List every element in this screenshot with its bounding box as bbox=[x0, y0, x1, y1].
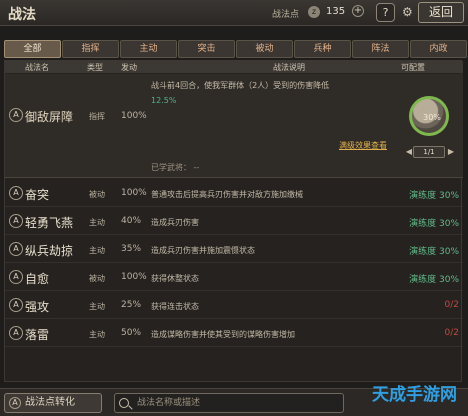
mastery-status: 演练度 30% bbox=[409, 247, 459, 257]
tab-all[interactable]: 全部 bbox=[4, 40, 61, 58]
tab-troop[interactable]: 兵种 bbox=[294, 40, 351, 58]
tactic-type: 主动 bbox=[89, 246, 105, 255]
category-tabs: 全部 指挥 主动 突击 被动 兵种 阵法 内政 bbox=[4, 40, 467, 58]
selected-tactic-row[interactable]: A 御敌屏障 指挥 100% 战斗前4回合，使我军群体（2人）受到的伤害降低 1… bbox=[5, 74, 463, 178]
tactic-type: 被动 bbox=[89, 274, 105, 283]
tactic-rate: 100% bbox=[121, 188, 147, 198]
tab-command[interactable]: 指挥 bbox=[62, 40, 119, 58]
grade-badge: A bbox=[9, 298, 23, 312]
tactic-description: 造成兵刃伤害 bbox=[151, 218, 199, 227]
tactic-description: 造成谋略伤害并使其受到的谋略伤害增加 bbox=[151, 330, 295, 339]
tactic-type: 主动 bbox=[89, 218, 105, 227]
column-description: 战法说明 bbox=[273, 63, 305, 72]
table-row[interactable]: A 落雷 主动 50% 造成谋略伤害并使其受到的谋略伤害增加 0/2 bbox=[5, 319, 463, 347]
table-row[interactable]: A 奋突 被动 100% 普通攻击后提高兵刃伤害并对敌方施加缴械 演练度 30% bbox=[5, 179, 463, 207]
tactic-rate: 50% bbox=[121, 328, 142, 338]
chevron-left-icon[interactable]: ◀ bbox=[405, 146, 413, 158]
tactic-name: 奋突 bbox=[25, 188, 50, 202]
column-name: 战法名 bbox=[25, 63, 49, 72]
column-rate: 发动 bbox=[121, 63, 137, 72]
tab-passive[interactable]: 被动 bbox=[236, 40, 293, 58]
tactic-points-label: 战法点 bbox=[272, 10, 300, 20]
search-box[interactable] bbox=[114, 393, 344, 413]
grade-badge: A bbox=[9, 214, 23, 228]
tactic-description-value: 12.5% bbox=[151, 96, 177, 105]
tactic-name: 落雷 bbox=[25, 328, 50, 342]
page-title: 战法 bbox=[8, 7, 36, 23]
tactic-type: 指挥 bbox=[89, 112, 105, 121]
settings-icon[interactable]: ⚙ bbox=[402, 3, 416, 22]
mastery-status: 演练度 30% bbox=[409, 191, 459, 201]
tactic-rate: 35% bbox=[121, 244, 142, 254]
convert-icon: A bbox=[9, 397, 21, 409]
level-indicator: 1/1 bbox=[413, 146, 445, 158]
convert-label: 战法点转化 bbox=[25, 397, 75, 408]
search-icon bbox=[119, 398, 129, 408]
chevron-right-icon[interactable]: ▶ bbox=[447, 146, 455, 158]
tactic-rate: 100% bbox=[121, 111, 147, 121]
top-bar: 战法 战法点 z 135 + ? ⚙ 返回 bbox=[0, 0, 468, 26]
tactic-description: 获得休整状态 bbox=[151, 274, 199, 283]
tactic-type: 主动 bbox=[89, 302, 105, 311]
tactic-description: 战斗前4回合，使我军群体（2人）受到的伤害降低 bbox=[151, 81, 330, 90]
tab-formation[interactable]: 阵法 bbox=[352, 40, 409, 58]
tactic-name: 御敌屏障 bbox=[25, 110, 74, 124]
search-input[interactable] bbox=[137, 396, 339, 410]
column-config: 可配置 bbox=[401, 63, 425, 72]
tactic-name: 轻勇飞燕 bbox=[25, 216, 74, 230]
mastery-status: 0/2 bbox=[444, 328, 459, 338]
learned-generals-value: -- bbox=[193, 163, 200, 172]
tactic-description: 获得连击状态 bbox=[151, 302, 199, 311]
convert-points-button[interactable]: A 战法点转化 bbox=[4, 393, 102, 413]
help-button[interactable]: ? bbox=[376, 3, 395, 22]
column-type: 类型 bbox=[87, 63, 103, 72]
tactic-rate: 25% bbox=[121, 300, 142, 310]
tactic-rate: 100% bbox=[121, 272, 147, 282]
add-points-button[interactable]: + bbox=[352, 5, 364, 17]
tab-active[interactable]: 主动 bbox=[120, 40, 177, 58]
tactic-name: 强攻 bbox=[25, 300, 50, 314]
max-level-effect-link[interactable]: 满级效果查看 bbox=[339, 140, 387, 151]
table-header: 战法名 类型 发动 战法说明 可配置 bbox=[5, 61, 463, 73]
tactic-description: 造成兵刃伤害并施加震慑状态 bbox=[151, 246, 255, 255]
table-row[interactable]: A 纵兵劫掠 主动 35% 造成兵刃伤害并施加震慑状态 演练度 30% bbox=[5, 235, 463, 263]
grade-badge: A bbox=[9, 270, 23, 284]
table-row[interactable]: A 强攻 主动 25% 获得连击状态 0/2 bbox=[5, 291, 463, 319]
tab-domestic[interactable]: 内政 bbox=[410, 40, 467, 58]
mastery-progress-ring: 30% bbox=[409, 96, 449, 136]
tactic-name: 自愈 bbox=[25, 272, 50, 286]
tactic-name: 纵兵劫掠 bbox=[25, 244, 74, 258]
mastery-status: 演练度 30% bbox=[409, 275, 459, 285]
table-row[interactable]: A 轻勇飞燕 主动 40% 造成兵刃伤害 演练度 30% bbox=[5, 207, 463, 235]
tactic-description: 普通攻击后提高兵刃伤害并对敌方施加缴械 bbox=[151, 190, 303, 199]
back-button[interactable]: 返回 bbox=[418, 2, 464, 23]
table-row[interactable]: A 自愈 被动 100% 获得休整状态 演练度 30% bbox=[5, 263, 463, 291]
tab-assault[interactable]: 突击 bbox=[178, 40, 235, 58]
grade-badge: A bbox=[9, 326, 23, 340]
mastery-status: 演练度 30% bbox=[409, 219, 459, 229]
tactic-rate: 40% bbox=[121, 216, 142, 226]
tactic-type: 被动 bbox=[89, 190, 105, 199]
tactic-points-icon: z bbox=[308, 6, 320, 18]
grade-badge: A bbox=[9, 186, 23, 200]
mastery-progress-text: 30% bbox=[423, 113, 441, 122]
site-watermark: 天成手游网 bbox=[372, 385, 457, 405]
grade-badge: A bbox=[9, 242, 23, 256]
tactics-table: 战法名 类型 发动 战法说明 可配置 A 御敌屏障 指挥 100% 战斗前4回合… bbox=[4, 60, 463, 382]
learned-generals-label: 已学武将： bbox=[151, 163, 191, 172]
tactic-type: 主动 bbox=[89, 330, 105, 339]
grade-badge: A bbox=[9, 108, 23, 122]
mastery-status: 0/2 bbox=[444, 300, 459, 310]
learned-generals: 已学武将： -- bbox=[151, 162, 199, 173]
tactic-points-value: 135 bbox=[326, 6, 346, 17]
